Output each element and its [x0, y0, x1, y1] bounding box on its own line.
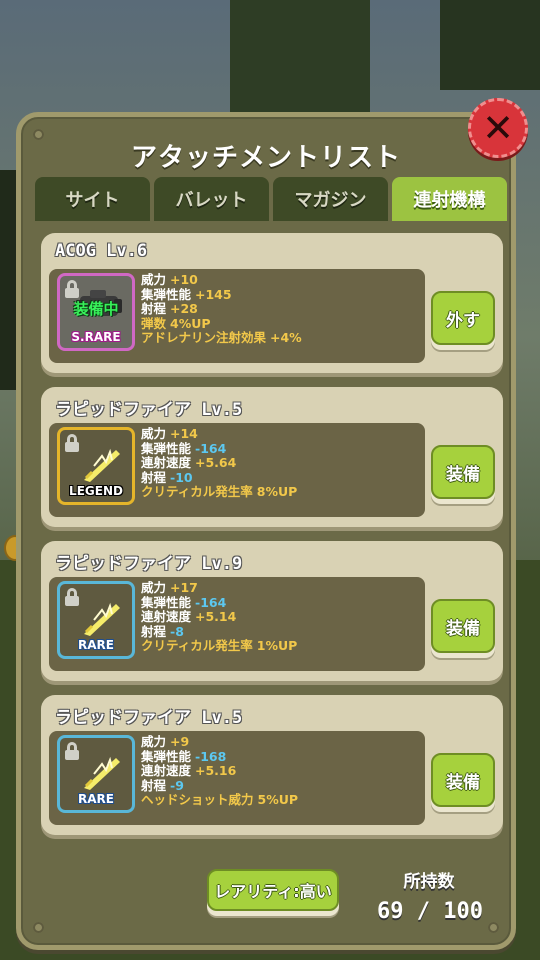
stat-row: 連射速度 +5.16: [141, 763, 237, 778]
background-tree: [440, 0, 540, 90]
tab-rapid-fire[interactable]: 連射機構: [392, 177, 507, 221]
list-item: ラピッドファイア Lv.5 RARE 威力 +9 集弾性能 -168 連射速度 +5.…: [41, 695, 503, 835]
stat-row: 連射速度 +5.14: [141, 609, 237, 624]
stat-row: アドレナリン注射効果 +4%: [141, 330, 302, 345]
rarity-badge: LEGEND: [69, 484, 123, 498]
stat-row: 射程 +28: [141, 301, 198, 316]
stat-row: 連射速度 +5.64: [141, 455, 237, 470]
stat-row: 弾数 4%UP: [141, 315, 211, 331]
lock-icon: [65, 434, 79, 452]
background-tree: [230, 0, 370, 115]
item-thumbnail: RARE: [57, 735, 135, 813]
item-name: ACOG Lv.6: [55, 241, 148, 261]
stat-row: 射程 -8: [141, 623, 184, 639]
item-thumbnail: RARE: [57, 581, 135, 659]
stat-row: クリティカル発生率 8%UP: [141, 484, 298, 499]
tab-magazine[interactable]: マガジン: [273, 177, 388, 221]
close-button[interactable]: ✕: [468, 98, 528, 158]
list-item: ACOG Lv.6 装備中 S.RARE 威力 +10 集弾性能 +145 射程…: [41, 233, 503, 373]
stat-row: 威力 +14: [141, 426, 198, 441]
feather-bolt-icon: [84, 448, 120, 482]
attachment-list[interactable]: ACOG Lv.6 装備中 S.RARE 威力 +10 集弾性能 +145 射程…: [41, 233, 503, 849]
item-name: ラピッドファイア Lv.5: [55, 400, 243, 420]
feather-bolt-icon: [84, 602, 120, 636]
stat-row: 射程 -9: [141, 777, 184, 793]
stat-row: 射程 -10: [141, 469, 193, 485]
owned-label: 所持数: [403, 872, 455, 892]
stat-row: 集弾性能 +145: [141, 286, 232, 302]
unequip-button[interactable]: 外す: [431, 291, 495, 345]
stat-list: 威力 +10 集弾性能 +145 射程 +28 弾数 4%UP アドレナリン注射効果 +4…: [141, 272, 421, 346]
equip-button[interactable]: 装備: [431, 753, 495, 807]
rarity-badge: RARE: [78, 638, 114, 652]
item-thumbnail: LEGEND: [57, 427, 135, 505]
rarity-badge: RARE: [78, 792, 114, 806]
stat-row: 威力 +9: [141, 734, 190, 749]
stat-row: ヘッドショット威力 5%UP: [141, 792, 299, 807]
stat-row: クリティカル発生率 1%UP: [141, 638, 298, 653]
item-details: RARE 威力 +17 集弾性能 -164 連射速度 +5.14 射程 -8 クリティカ…: [49, 577, 425, 671]
item-name: ラピッドファイア Lv.5: [55, 708, 243, 728]
equip-button[interactable]: 装備: [431, 599, 495, 653]
lock-icon: [65, 742, 79, 760]
stat-row: 集弾性能 -164: [141, 440, 227, 456]
equipped-label: 装備中: [73, 300, 119, 318]
lock-icon: [65, 588, 79, 606]
equip-button[interactable]: 装備: [431, 445, 495, 499]
tab-sight[interactable]: サイト: [35, 177, 150, 221]
owned-count: 69 / 100: [377, 899, 483, 924]
stat-row: 威力 +10: [141, 272, 198, 287]
item-details: LEGEND 威力 +14 集弾性能 -164 連射速度 +5.64 射程 -10 クリ…: [49, 423, 425, 517]
item-thumbnail: 装備中 S.RARE: [57, 273, 135, 351]
list-item: ラピッドファイア Lv.5 LEGEND 威力 +14 集弾性能 -164 連射速度…: [41, 387, 503, 527]
panel-title: アタッチメントリスト: [130, 143, 401, 173]
item-details: RARE 威力 +9 集弾性能 -168 連射速度 +5.16 射程 -9 ヘッドショッ…: [49, 731, 425, 825]
stat-list: 威力 +17 集弾性能 -164 連射速度 +5.14 射程 -8 クリティカル発生率 1…: [141, 580, 421, 654]
category-tabs: サイト バレット マガジン 連射機構: [35, 177, 507, 221]
sort-by-rarity-button[interactable]: レアリティ:高い: [207, 869, 339, 911]
screw-icon: [33, 922, 44, 933]
tab-bullet[interactable]: バレット: [154, 177, 269, 221]
stat-row: 威力 +17: [141, 580, 198, 595]
attachment-list-panel: アタッチメントリスト サイト バレット マガジン 連射機構 ACOG Lv.6 …: [16, 112, 516, 950]
feather-bolt-icon: [84, 756, 120, 790]
stat-list: 威力 +14 集弾性能 -164 連射速度 +5.64 射程 -10 クリティカル発生率…: [141, 426, 421, 500]
stat-list: 威力 +9 集弾性能 -168 連射速度 +5.16 射程 -9 ヘッドショット威力 5%…: [141, 734, 421, 808]
rarity-badge: S.RARE: [71, 330, 121, 344]
item-name: ラピッドファイア Lv.9: [55, 554, 243, 574]
stat-row: 集弾性能 -164: [141, 594, 227, 610]
close-icon: ✕: [482, 106, 514, 150]
item-details: 装備中 S.RARE 威力 +10 集弾性能 +145 射程 +28 弾数 4%UP ア…: [49, 269, 425, 363]
list-item: ラピッドファイア Lv.9 RARE 威力 +17 集弾性能 -164 連射速度 +5…: [41, 541, 503, 681]
stat-row: 集弾性能 -168: [141, 748, 227, 764]
